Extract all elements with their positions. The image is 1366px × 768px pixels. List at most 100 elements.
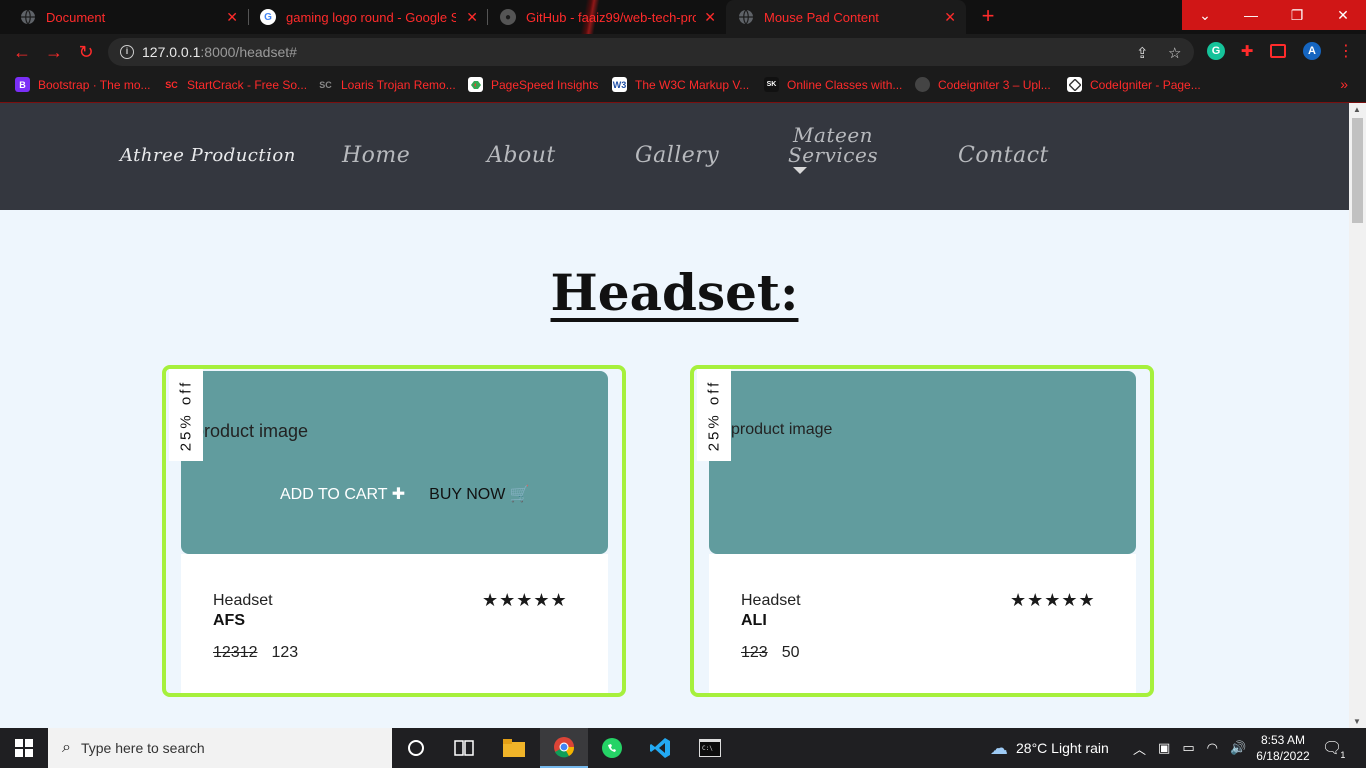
cart-icon: 🛒 bbox=[509, 486, 530, 503]
star-rating-icon: ★★★★★ bbox=[1010, 590, 1096, 610]
share-icon[interactable]: ⇪ bbox=[1136, 44, 1149, 62]
tab-search-chevron-icon[interactable]: ⌄ bbox=[1182, 0, 1228, 30]
reload-icon[interactable]: ↻ bbox=[74, 40, 98, 64]
tab-mouse-pad-content[interactable]: Mouse Pad Content ✕ bbox=[726, 0, 966, 34]
nav-home[interactable]: Home bbox=[342, 143, 410, 168]
globe-icon bbox=[20, 9, 36, 25]
extensions-puzzle-icon[interactable]: ✚ bbox=[1238, 42, 1256, 60]
task-view-icon[interactable] bbox=[440, 728, 488, 768]
bookmark-loaris[interactable]: SC Loaris Trojan Remo... bbox=[318, 77, 455, 92]
taskbar-search-input[interactable]: ⌕ Type here to search bbox=[48, 728, 392, 768]
github-icon: ● bbox=[500, 9, 516, 25]
old-price: 123 bbox=[741, 644, 768, 661]
pagespeed-icon bbox=[468, 77, 483, 92]
scroll-up-icon[interactable]: ▲ bbox=[1353, 105, 1361, 114]
product-category: Headset bbox=[741, 592, 801, 609]
current-price: 123 bbox=[271, 644, 299, 661]
tab-close-icon[interactable]: ✕ bbox=[226, 9, 238, 26]
new-tab-button[interactable]: + bbox=[976, 4, 1000, 28]
buy-now-button[interactable]: BUY NOW 🛒 bbox=[429, 484, 530, 504]
cloud-rain-icon: ☁ bbox=[990, 737, 1008, 758]
forward-arrow-icon[interactable]: → bbox=[42, 40, 66, 64]
tab-close-icon[interactable]: ✕ bbox=[704, 9, 716, 26]
nav-services-dropdown[interactable]: Mateen Services bbox=[788, 125, 878, 165]
nav-gallery[interactable]: Gallery bbox=[635, 143, 719, 168]
side-panel-icon[interactable] bbox=[1270, 44, 1286, 58]
site-info-icon[interactable]: i bbox=[120, 45, 134, 59]
cortana-icon[interactable] bbox=[392, 728, 440, 768]
plus-icon: ✚ bbox=[391, 486, 406, 503]
vscode-icon[interactable] bbox=[636, 728, 684, 768]
tab-strip: Document ✕ G gaming logo round - Google … bbox=[0, 0, 1366, 34]
star-rating-icon: ★★★★★ bbox=[482, 590, 568, 610]
product-name: ALI bbox=[741, 612, 767, 629]
product-info: Headset AFS 12312 123 ★★★★★ bbox=[181, 554, 608, 693]
sk-icon: SK bbox=[764, 77, 779, 92]
clock-time: 8:53 AM bbox=[1260, 733, 1306, 747]
tab-title: gaming logo round - Google Search bbox=[286, 9, 456, 25]
product-image-alt: product image bbox=[194, 421, 309, 441]
system-tray: ︿ ▣ ▭ ◠ 🔊 bbox=[1133, 728, 1246, 768]
nav-services-line2: Services bbox=[788, 143, 879, 167]
page-scrollbar[interactable]: ▲ ▼ bbox=[1349, 103, 1366, 728]
google-icon: G bbox=[260, 9, 276, 25]
tab-document[interactable]: Document ✕ bbox=[8, 0, 248, 34]
nav-contact[interactable]: Contact bbox=[958, 143, 1049, 168]
sc-icon: SC bbox=[319, 79, 332, 90]
file-explorer-icon[interactable] bbox=[490, 728, 538, 768]
scroll-down-icon[interactable]: ▼ bbox=[1353, 717, 1361, 726]
bookmark-star-icon[interactable]: ☆ bbox=[1168, 44, 1181, 62]
tab-close-icon[interactable]: ✕ bbox=[944, 9, 956, 26]
windows-start-icon[interactable] bbox=[0, 728, 48, 768]
browser-toolbar: ← → ↻ i 127.0.0.1:8000/headset# ⇪ ☆ G ✚ … bbox=[0, 34, 1366, 70]
wifi-icon[interactable]: ◠ bbox=[1207, 740, 1218, 756]
whatsapp-icon[interactable] bbox=[588, 728, 636, 768]
notifications-icon[interactable]: 🗨 1 bbox=[1322, 728, 1345, 768]
tab-title: Mouse Pad Content bbox=[764, 9, 879, 25]
bookmark-online-classes[interactable]: SK Online Classes with... bbox=[764, 77, 902, 92]
grammarly-icon[interactable]: G bbox=[1207, 42, 1225, 60]
product-name: AFS bbox=[213, 612, 245, 629]
product-image-area: product image ADD TO CART ✚ BUY NOW 🛒 bbox=[181, 371, 608, 554]
scrollbar-thumb[interactable] bbox=[1352, 118, 1363, 223]
tab-google-search[interactable]: G gaming logo round - Google Search ✕ bbox=[248, 0, 488, 34]
product-prices: 12312 123 bbox=[213, 644, 298, 662]
bookmark-pagespeed[interactable]: PageSpeed Insights bbox=[468, 77, 598, 92]
volume-icon[interactable]: 🔊 bbox=[1230, 740, 1246, 756]
restore-button[interactable]: ❐ bbox=[1274, 0, 1320, 30]
back-arrow-icon[interactable]: ← bbox=[10, 40, 34, 64]
minimize-button[interactable]: — bbox=[1228, 0, 1274, 30]
page-viewport: Athree Production Home About Gallery Mat… bbox=[0, 103, 1349, 728]
bookmark-startcrack[interactable]: SC StartCrack - Free So... bbox=[164, 77, 307, 92]
chrome-icon[interactable] bbox=[540, 728, 588, 768]
taskbar-clock[interactable]: 8:53 AM 6/18/2022 bbox=[1252, 732, 1314, 764]
meet-now-icon[interactable]: ▣ bbox=[1158, 740, 1170, 756]
bookmark-bootstrap[interactable]: B Bootstrap · The mo... bbox=[15, 77, 151, 92]
search-icon: ⌕ bbox=[62, 739, 71, 756]
more-menu-icon[interactable]: ⋮ bbox=[1334, 40, 1358, 64]
tab-github[interactable]: ● GitHub - faaiz99/web-tech-project ✕ bbox=[488, 0, 726, 34]
product-card: product image 25% off Headset ALI 123 50 … bbox=[690, 365, 1154, 697]
bookmark-w3c[interactable]: W3 The W3C Markup V... bbox=[612, 77, 749, 92]
url-text[interactable]: 127.0.0.1:8000/headset# bbox=[142, 44, 297, 60]
product-image-alt: product image bbox=[731, 421, 833, 438]
dropdown-caret-icon[interactable] bbox=[793, 167, 807, 174]
profile-avatar[interactable]: A bbox=[1303, 42, 1321, 60]
address-bar[interactable]: i 127.0.0.1:8000/headset# ⇪ ☆ bbox=[108, 38, 1194, 66]
bookmarks-overflow-icon[interactable]: » bbox=[1340, 76, 1348, 92]
nav-about[interactable]: About bbox=[487, 143, 556, 168]
bookmark-codeigniter-upload[interactable]: Codeigniter 3 – Upl... bbox=[915, 77, 1051, 92]
bootstrap-icon: B bbox=[15, 77, 30, 92]
battery-icon[interactable]: ▭ bbox=[1182, 740, 1194, 756]
nav-brand[interactable]: Athree Production bbox=[120, 145, 296, 166]
weather-widget[interactable]: ☁ 28°C Light rain bbox=[990, 728, 1109, 768]
tab-close-icon[interactable]: ✕ bbox=[466, 9, 478, 26]
bookmark-codeigniter-page[interactable]: CodeIgniter - Page... bbox=[1067, 77, 1201, 92]
tab-title: GitHub - faaiz99/web-tech-project bbox=[526, 9, 696, 25]
discount-badge: 25% off bbox=[697, 369, 731, 461]
add-to-cart-button[interactable]: ADD TO CART ✚ bbox=[280, 484, 405, 504]
chevron-up-icon[interactable]: ︿ bbox=[1133, 739, 1146, 758]
old-price: 12312 bbox=[213, 644, 258, 661]
terminal-icon[interactable]: C:\ bbox=[686, 728, 734, 768]
close-window-button[interactable]: ✕ bbox=[1320, 0, 1366, 30]
